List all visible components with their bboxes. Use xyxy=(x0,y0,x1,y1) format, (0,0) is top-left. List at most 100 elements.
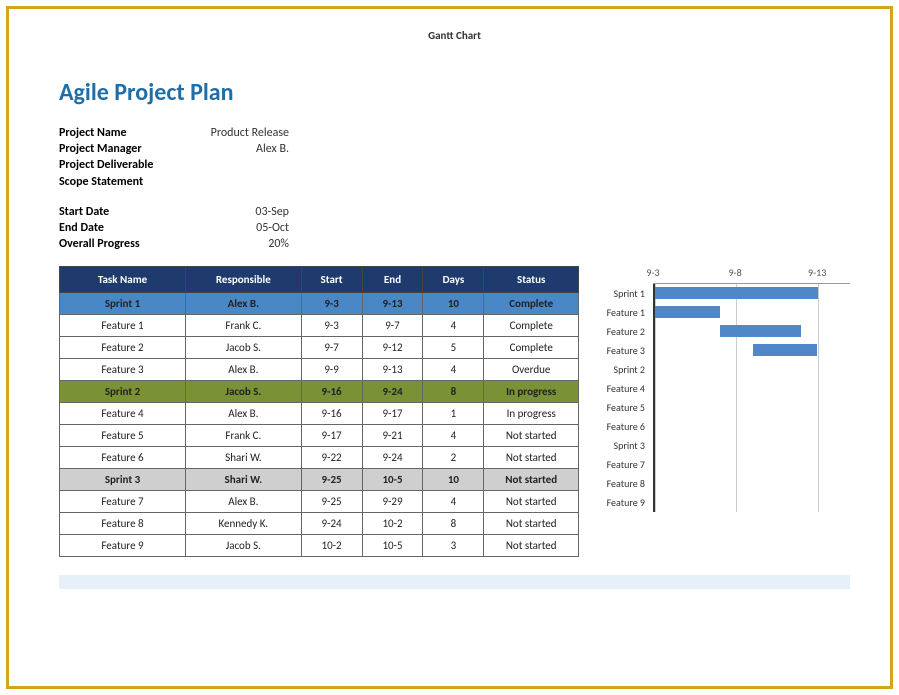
gantt-bar xyxy=(655,287,818,299)
table-cell: Alex B. xyxy=(186,359,302,381)
gantt-track xyxy=(655,379,850,398)
table-cell: 9-17 xyxy=(301,425,362,447)
gantt-track xyxy=(655,417,850,436)
table-cell: 4 xyxy=(423,315,484,337)
gantt-track xyxy=(655,303,850,322)
footer-strip xyxy=(59,575,850,589)
table-cell: 9-13 xyxy=(362,359,423,381)
table-cell: 9-7 xyxy=(301,337,362,359)
table-cell: In progress xyxy=(484,381,579,403)
gantt-row-label: Feature 1 xyxy=(599,306,651,319)
column-header: End xyxy=(362,267,423,293)
table-row: Feature 1Frank C.9-39-74Complete xyxy=(60,315,579,337)
table-header-row: Task NameResponsibleStartEndDaysStatus xyxy=(60,267,579,293)
table-row: Sprint 3Shari W.9-2510-510Not started xyxy=(60,469,579,491)
meta-row: Project Deliverable xyxy=(59,157,850,173)
meta-label: Scope Statement xyxy=(59,174,189,190)
gantt-row-label: Feature 6 xyxy=(599,420,651,433)
table-row: Feature 9Jacob S.10-210-53Not started xyxy=(60,535,579,557)
gantt-track xyxy=(655,322,850,341)
meta-value: 05-Oct xyxy=(189,220,289,236)
table-cell: 9-16 xyxy=(301,403,362,425)
gantt-row-label: Feature 7 xyxy=(599,458,651,471)
table-cell: 4 xyxy=(423,491,484,513)
main-heading: Agile Project Plan xyxy=(59,78,850,107)
gantt-chart: 9-39-89-13 Sprint 1Feature 1Feature 2Fea… xyxy=(597,266,850,557)
table-cell: 2 xyxy=(423,447,484,469)
table-cell: 9-13 xyxy=(362,293,423,315)
table-cell: 9-9 xyxy=(301,359,362,381)
table-cell: Not started xyxy=(484,469,579,491)
gantt-row: Feature 3 xyxy=(655,341,850,360)
table-cell: Feature 8 xyxy=(60,513,186,535)
table-cell: 10-2 xyxy=(362,513,423,535)
table-cell: Shari W. xyxy=(186,447,302,469)
table-row: Feature 3Alex B.9-99-134Overdue xyxy=(60,359,579,381)
gantt-row: Sprint 1 xyxy=(655,284,850,303)
meta-row: Scope Statement xyxy=(59,174,850,190)
table-cell: Jacob S. xyxy=(186,535,302,557)
table-cell: Frank C. xyxy=(186,315,302,337)
column-header: Status xyxy=(484,267,579,293)
table-cell: 1 xyxy=(423,403,484,425)
meta-label: End Date xyxy=(59,220,189,236)
meta-value: 20% xyxy=(189,236,289,252)
gantt-row: Feature 7 xyxy=(655,455,850,474)
meta-value: Product Release xyxy=(189,125,289,141)
table-row: Feature 7Alex B.9-259-294Not started xyxy=(60,491,579,513)
table-cell: 9-25 xyxy=(301,469,362,491)
table-cell: 10-5 xyxy=(362,469,423,491)
table-cell: Not started xyxy=(484,513,579,535)
axis-tick: 9-13 xyxy=(808,266,826,279)
gantt-row-label: Sprint 1 xyxy=(599,287,651,300)
table-row: Sprint 1Alex B.9-39-1310Complete xyxy=(60,293,579,315)
gantt-bar xyxy=(720,325,801,337)
page-frame: Gantt Chart Agile Project Plan Project N… xyxy=(6,6,893,689)
gantt-track xyxy=(655,455,850,474)
table-cell: Feature 6 xyxy=(60,447,186,469)
axis-tick: 9-3 xyxy=(646,266,659,279)
document-title: Gantt Chart xyxy=(59,29,850,42)
axis-tick: 9-8 xyxy=(728,266,741,279)
gantt-track xyxy=(655,360,850,379)
gantt-row-label: Feature 8 xyxy=(599,477,651,490)
gantt-row: Sprint 2 xyxy=(655,360,850,379)
meta-value xyxy=(189,157,289,173)
gantt-row-label: Feature 3 xyxy=(599,344,651,357)
meta-label: Start Date xyxy=(59,204,189,220)
table-cell: Overdue xyxy=(484,359,579,381)
column-header: Task Name xyxy=(60,267,186,293)
gantt-row-label: Feature 9 xyxy=(599,496,651,509)
table-cell: 4 xyxy=(423,425,484,447)
table-cell: 8 xyxy=(423,381,484,403)
table-cell: Shari W. xyxy=(186,469,302,491)
gantt-row: Feature 2 xyxy=(655,322,850,341)
gantt-row-label: Sprint 3 xyxy=(599,439,651,452)
gantt-row: Feature 8 xyxy=(655,474,850,493)
gantt-row: Feature 5 xyxy=(655,398,850,417)
table-cell: Feature 1 xyxy=(60,315,186,337)
table-cell: 4 xyxy=(423,359,484,381)
meta-value: Alex B. xyxy=(189,141,289,157)
table-cell: Not started xyxy=(484,491,579,513)
meta-label: Overall Progress xyxy=(59,236,189,252)
table-cell: 9-24 xyxy=(362,381,423,403)
table-cell: Complete xyxy=(484,315,579,337)
gantt-track xyxy=(655,284,850,303)
table-cell: Alex B. xyxy=(186,403,302,425)
table-body: Sprint 1Alex B.9-39-1310CompleteFeature … xyxy=(60,293,579,557)
meta-label: Project Name xyxy=(59,125,189,141)
table-cell: 9-3 xyxy=(301,293,362,315)
table-cell: 10-5 xyxy=(362,535,423,557)
gantt-row-label: Feature 2 xyxy=(599,325,651,338)
gantt-track xyxy=(655,493,850,512)
table-cell: 10 xyxy=(423,469,484,491)
meta-value: 03-Sep xyxy=(189,204,289,220)
gantt-row: Feature 9 xyxy=(655,493,850,512)
table-cell: 9-17 xyxy=(362,403,423,425)
table-cell: 9-22 xyxy=(301,447,362,469)
table-cell: 9-16 xyxy=(301,381,362,403)
table-cell: Feature 2 xyxy=(60,337,186,359)
table-cell: Sprint 1 xyxy=(60,293,186,315)
table-cell: Feature 5 xyxy=(60,425,186,447)
